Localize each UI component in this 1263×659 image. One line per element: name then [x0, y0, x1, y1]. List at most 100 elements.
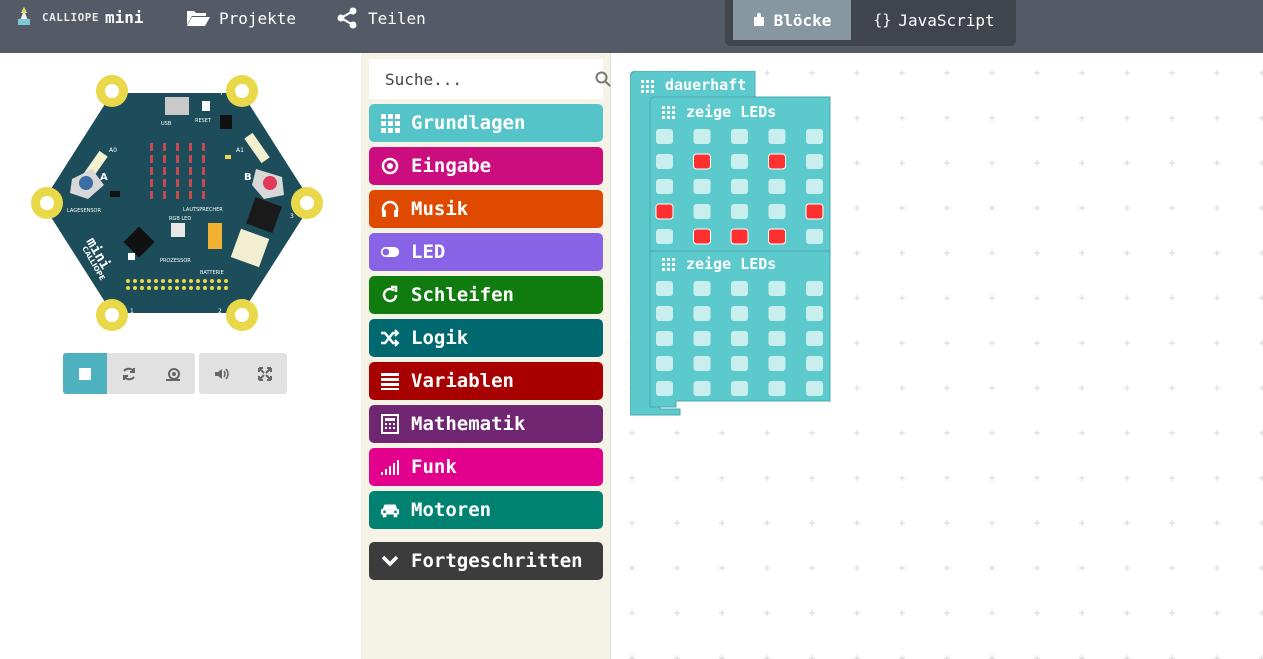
- edge-pin: [182, 279, 186, 283]
- category-funk[interactable]: Funk: [369, 448, 603, 486]
- category-musik[interactable]: Musik: [369, 190, 603, 228]
- slow-motion-button[interactable]: [151, 353, 195, 394]
- led-cell-off[interactable]: [768, 356, 786, 371]
- led-cell-off[interactable]: [806, 281, 823, 296]
- edge-pin: [168, 286, 172, 290]
- board-led: [163, 167, 166, 175]
- stop-icon: [79, 367, 91, 380]
- simulator-controls: [63, 353, 287, 394]
- led-cell-off[interactable]: [656, 229, 673, 244]
- led-cell-off[interactable]: [693, 331, 711, 346]
- led-cell-off[interactable]: [768, 179, 786, 194]
- board-led: [176, 155, 179, 163]
- led-cell-off[interactable]: [806, 229, 823, 244]
- led-cell-off[interactable]: [693, 356, 711, 371]
- stop-button[interactable]: [63, 353, 107, 394]
- led-cell-off[interactable]: [693, 381, 711, 396]
- led-cell-off[interactable]: [656, 179, 673, 194]
- board-led: [176, 191, 179, 199]
- category-variablen[interactable]: Variablen: [369, 362, 603, 400]
- led-cell-off[interactable]: [768, 331, 786, 346]
- led-cell-off[interactable]: [656, 356, 673, 371]
- led-cell-on[interactable]: [693, 153, 711, 170]
- show-leds-block-2[interactable]: zeige LEDs: [649, 250, 831, 408]
- calliope-board-simulator[interactable]: − + 1 2 3 USB RESET A0 A1 A B LAGESENSOR…: [30, 73, 324, 333]
- toolbox-search-input[interactable]: [369, 69, 595, 89]
- category-label: LED: [411, 241, 446, 263]
- led-cell-off[interactable]: [656, 154, 673, 169]
- led-cell-off[interactable]: [731, 306, 748, 321]
- board-led: [202, 179, 205, 187]
- projects-menu[interactable]: Projekte: [185, 7, 296, 29]
- edge-pin: [196, 286, 200, 290]
- led-cell-off[interactable]: [806, 381, 823, 396]
- mute-button[interactable]: [199, 353, 243, 394]
- led-cell-off[interactable]: [693, 281, 711, 296]
- led-cell-off[interactable]: [693, 179, 711, 194]
- led-cell-off[interactable]: [731, 331, 748, 346]
- led-cell-off[interactable]: [768, 381, 786, 396]
- led-cell-on[interactable]: [655, 203, 674, 220]
- blocks-workspace[interactable]: dauerhaft zeige LEDs zeige LEDs: [611, 53, 1263, 659]
- led-cell-off[interactable]: [768, 204, 786, 219]
- calliope-logo[interactable]: CALLIOPE mini: [12, 5, 144, 29]
- edge-pin: [147, 286, 151, 290]
- category-label: Fortgeschritten: [411, 550, 583, 572]
- led-cell-on[interactable]: [730, 228, 749, 245]
- led-cell-on[interactable]: [693, 228, 711, 245]
- led-cell-off[interactable]: [731, 179, 748, 194]
- restart-button[interactable]: [107, 353, 151, 394]
- simulator-view-controls: [199, 353, 287, 394]
- led-cell-on[interactable]: [805, 203, 824, 220]
- blocks-mode-button[interactable]: Blöcke: [733, 0, 851, 40]
- category-label: Mathematik: [411, 413, 526, 435]
- led-cell-off[interactable]: [768, 281, 786, 296]
- grid-icon: [662, 106, 675, 119]
- category-grundlagen[interactable]: Grundlagen: [369, 104, 603, 142]
- edge-pin: [217, 286, 221, 290]
- category-eingabe[interactable]: Eingabe: [369, 147, 603, 185]
- led-cell-off[interactable]: [806, 306, 823, 321]
- led-cell-off[interactable]: [768, 129, 786, 144]
- led-cell-off[interactable]: [656, 129, 673, 144]
- led-cell-off[interactable]: [768, 306, 786, 321]
- led-cell-off[interactable]: [656, 331, 673, 346]
- category-motoren[interactable]: Motoren: [369, 491, 603, 529]
- led-cell-off[interactable]: [656, 306, 673, 321]
- edge-pin: [154, 286, 158, 290]
- svg-text:3: 3: [290, 213, 294, 220]
- led-cell-on[interactable]: [768, 228, 786, 245]
- led-cell-off[interactable]: [693, 129, 711, 144]
- javascript-mode-button[interactable]: {} JavaScript: [859, 0, 1009, 40]
- category-fortgeschritten[interactable]: Fortgeschritten: [369, 542, 603, 580]
- edge-pin: [154, 279, 158, 283]
- led-cell-off[interactable]: [731, 381, 748, 396]
- led-cell-off[interactable]: [731, 204, 748, 219]
- svg-text:−: −: [133, 88, 140, 97]
- category-mathematik[interactable]: Mathematik: [369, 405, 603, 443]
- led-cell-off[interactable]: [806, 356, 823, 371]
- led-cell-off[interactable]: [693, 306, 711, 321]
- search-icon[interactable]: [595, 71, 611, 87]
- fullscreen-button[interactable]: [243, 353, 287, 394]
- led-cell-off[interactable]: [806, 331, 823, 346]
- led-cell-off[interactable]: [656, 281, 673, 296]
- led-cell-off[interactable]: [806, 129, 823, 144]
- led-cell-off[interactable]: [693, 204, 711, 219]
- led-cell-off[interactable]: [806, 179, 823, 194]
- svg-text:RESET: RESET: [195, 118, 212, 124]
- logo-mini-text: mini: [104, 7, 144, 27]
- led-cell-off[interactable]: [731, 154, 748, 169]
- show-leds-block-1[interactable]: zeige LEDs: [649, 96, 831, 252]
- led-cell-off[interactable]: [731, 129, 748, 144]
- led-cell-off[interactable]: [731, 356, 748, 371]
- category-schleifen[interactable]: Schleifen: [369, 276, 603, 314]
- led-cell-off[interactable]: [806, 154, 823, 169]
- share-menu[interactable]: Teilen: [334, 7, 426, 29]
- led-cell-off[interactable]: [656, 381, 673, 396]
- led-cell-on[interactable]: [768, 153, 786, 170]
- category-led[interactable]: LED: [369, 233, 603, 271]
- edge-pin: [168, 279, 172, 283]
- led-cell-off[interactable]: [731, 281, 748, 296]
- category-logik[interactable]: Logik: [369, 319, 603, 357]
